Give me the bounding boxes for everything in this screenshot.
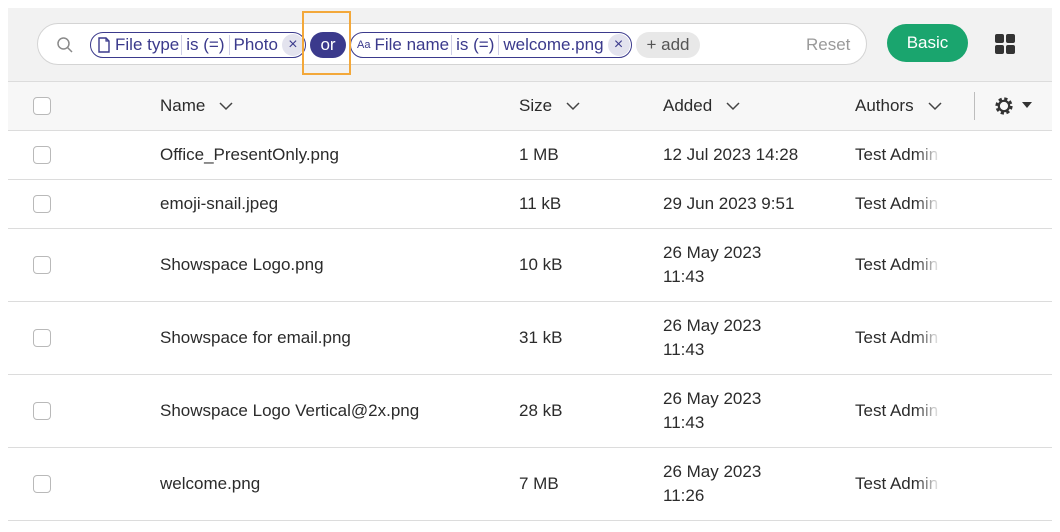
- filter-toolbar: File type is (=) Photo × or Aa File name…: [8, 8, 1052, 82]
- table-row[interactable]: welcome.png 7 MB 26 May 2023 11:26 Test …: [8, 448, 1052, 521]
- file-size: 31 kB: [519, 328, 563, 347]
- date-added: 29 Jun 2023 9:51: [663, 194, 795, 213]
- row-checkbox[interactable]: [33, 475, 51, 493]
- file-name[interactable]: emoji-snail.jpeg: [160, 194, 278, 214]
- select-all-checkbox[interactable]: [33, 97, 51, 115]
- column-header-added[interactable]: Added: [663, 96, 740, 116]
- column-label: Authors: [855, 96, 914, 115]
- date-added: 26 May 2023 11:43: [663, 314, 761, 362]
- file-name[interactable]: Showspace Logo.png: [160, 255, 324, 275]
- remove-filter-button[interactable]: ×: [607, 34, 630, 56]
- row-checkbox[interactable]: [33, 256, 51, 274]
- row-checkbox[interactable]: [33, 195, 51, 213]
- basic-mode-button[interactable]: Basic: [887, 24, 968, 62]
- column-header-authors[interactable]: Authors: [855, 96, 942, 116]
- filter-value[interactable]: Photo: [230, 35, 282, 55]
- filter-operator[interactable]: is (=): [182, 35, 230, 55]
- chevron-down-icon: [566, 102, 580, 111]
- filter-chip-file-name[interactable]: Aa File name is (=) welcome.png ×: [350, 32, 632, 58]
- column-label: Name: [160, 96, 206, 115]
- table-row[interactable]: emoji-snail.jpeg 11 kB 29 Jun 2023 9:51 …: [8, 180, 1052, 229]
- table-header: Name Size Added Authors: [8, 82, 1052, 131]
- file-size: 10 kB: [519, 255, 563, 274]
- time-line: 11:26: [663, 486, 705, 505]
- row-checkbox[interactable]: [33, 146, 51, 164]
- column-label: Added: [663, 96, 713, 115]
- caret-down-icon[interactable]: [1022, 102, 1032, 108]
- table-row[interactable]: Showspace Logo Vertical@2x.png 28 kB 26 …: [8, 375, 1052, 448]
- filter-value[interactable]: welcome.png: [499, 35, 607, 55]
- date-added: 26 May 2023 11:43: [663, 241, 761, 289]
- date-added: 26 May 2023 11:43: [663, 387, 761, 435]
- table-row[interactable]: Showspace for email.png 31 kB 26 May 202…: [8, 302, 1052, 375]
- filter-field-label: File name: [372, 35, 453, 55]
- filter-field-label: File type: [113, 35, 183, 55]
- file-size: 28 kB: [519, 401, 563, 420]
- filter-search-bar[interactable]: File type is (=) Photo × or Aa File name…: [37, 23, 867, 65]
- column-header-size[interactable]: Size: [519, 96, 580, 116]
- column-header-name[interactable]: Name: [160, 96, 233, 116]
- row-checkbox[interactable]: [33, 329, 51, 347]
- author: Test Admin: [855, 474, 939, 493]
- date-added: 12 Jul 2023 14:28: [663, 145, 799, 164]
- file-name[interactable]: Office_PresentOnly.png: [160, 145, 339, 165]
- filter-operator[interactable]: is (=): [452, 35, 500, 55]
- column-label: Size: [519, 96, 553, 115]
- gear-icon[interactable]: [993, 95, 1015, 117]
- file-icon: [98, 37, 110, 53]
- reset-button[interactable]: Reset: [806, 35, 850, 55]
- date-added: 26 May 2023 11:26: [663, 460, 761, 508]
- add-filter-button[interactable]: + add: [636, 32, 700, 58]
- date-line: 26 May 2023: [663, 243, 762, 262]
- chevron-down-icon: [726, 102, 740, 111]
- highlight-box: [302, 11, 351, 75]
- table-row[interactable]: Showspace Logo.png 10 kB 26 May 2023 11:…: [8, 229, 1052, 302]
- file-name[interactable]: Showspace for email.png: [160, 328, 351, 348]
- date-line: 26 May 2023: [663, 462, 762, 481]
- filter-chip-file-type[interactable]: File type is (=) Photo ×: [90, 32, 306, 58]
- author: Test Admin: [855, 328, 939, 347]
- chevron-down-icon: [928, 102, 942, 111]
- author: Test Admin: [855, 401, 939, 420]
- grid-view-icon[interactable]: [993, 32, 1017, 56]
- time-line: 11:43: [663, 267, 705, 286]
- file-table: Name Size Added Authors Office_PresentOn…: [8, 82, 1052, 521]
- remove-filter-button[interactable]: ×: [281, 34, 304, 56]
- author: Test Admin: [855, 145, 939, 164]
- time-line: 11:43: [663, 340, 705, 359]
- file-size: 1 MB: [519, 145, 559, 164]
- row-checkbox[interactable]: [33, 402, 51, 420]
- author: Test Admin: [855, 255, 939, 274]
- author: Test Admin: [855, 194, 939, 213]
- date-line: 26 May 2023: [663, 389, 762, 408]
- date-line: 26 May 2023: [663, 316, 762, 335]
- file-size: 7 MB: [519, 474, 559, 493]
- file-size: 11 kB: [519, 194, 562, 213]
- text-field-icon: Aa: [357, 39, 371, 51]
- file-name[interactable]: welcome.png: [160, 474, 260, 494]
- search-icon: [57, 37, 73, 53]
- file-name[interactable]: Showspace Logo Vertical@2x.png: [160, 401, 419, 421]
- column-divider: [974, 92, 975, 120]
- time-line: 11:43: [663, 413, 705, 432]
- chevron-down-icon: [219, 102, 233, 111]
- table-row[interactable]: Office_PresentOnly.png 1 MB 12 Jul 2023 …: [8, 131, 1052, 180]
